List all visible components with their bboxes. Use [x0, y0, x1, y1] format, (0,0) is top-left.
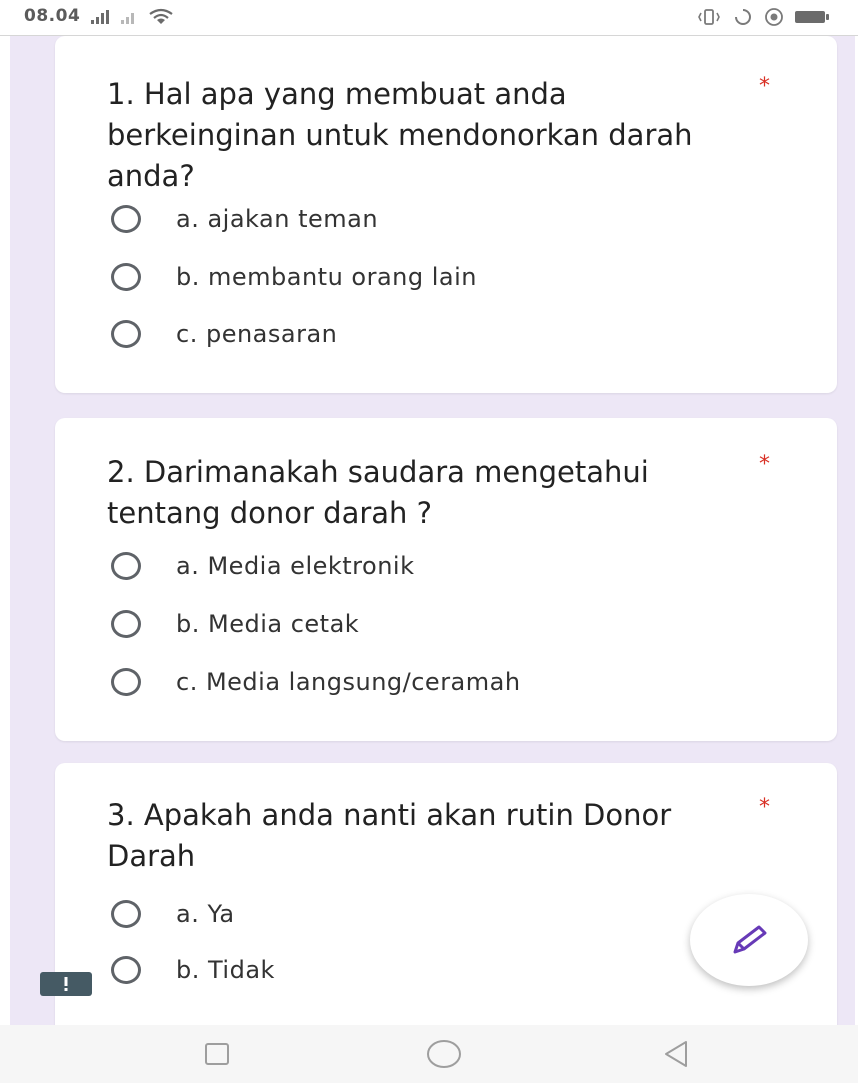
data-saver-icon: [735, 9, 751, 25]
option-label: a. Media elektronik: [176, 552, 415, 580]
radio-button[interactable]: [111, 956, 141, 984]
wifi-icon: [149, 8, 173, 24]
signal-2-icon: [121, 13, 134, 24]
edit-fab-button[interactable]: [690, 894, 808, 986]
question-card-3: 3. Apakah anda nanti akan rutin Donor Da…: [55, 763, 837, 1025]
required-asterisk-2: *: [759, 452, 770, 477]
question-card-1: 1. Hal apa yang membuat anda berkeingina…: [55, 36, 837, 393]
option-3a[interactable]: a. Ya: [111, 900, 235, 928]
radio-button[interactable]: [111, 263, 141, 291]
required-asterisk-3: *: [759, 795, 770, 820]
signal-icon: [91, 10, 109, 24]
option-label: b. Media cetak: [176, 610, 360, 638]
status-left-icons: [90, 4, 174, 30]
option-1b[interactable]: b. membantu orang lain: [111, 263, 477, 291]
form-content[interactable]: 1. Hal apa yang membuat anda berkeingina…: [10, 36, 855, 1025]
option-label: a. ajakan teman: [176, 205, 379, 233]
question-title-1: 1. Hal apa yang membuat anda berkeingina…: [107, 77, 693, 193]
option-label: b. Tidak: [176, 956, 275, 984]
radio-button[interactable]: [111, 668, 141, 696]
option-label: b. membantu orang lain: [176, 263, 478, 291]
battery-icon: [795, 11, 829, 23]
status-bar: 08.04: [0, 0, 858, 36]
back-triangle-icon: [665, 1041, 687, 1067]
option-2c[interactable]: c. Media langsung/ceramah: [111, 668, 521, 696]
required-asterisk-1: *: [759, 74, 770, 99]
pencil-icon: [733, 925, 767, 954]
radio-button[interactable]: [111, 205, 141, 233]
radio-button[interactable]: [111, 610, 141, 638]
feedback-button[interactable]: [40, 972, 92, 996]
question-card-2: 2. Darimanakah saudara mengetahui tentan…: [55, 418, 837, 741]
option-1a[interactable]: a. ajakan teman: [111, 205, 378, 233]
back-button[interactable]: [656, 1037, 696, 1071]
question-title-2: 2. Darimanakah saudara mengetahui tentan…: [107, 455, 649, 530]
recent-apps-button[interactable]: [197, 1037, 237, 1071]
home-button[interactable]: [422, 1037, 466, 1071]
option-2a[interactable]: a. Media elektronik: [111, 552, 414, 580]
option-label: c. Media langsung/ceramah: [176, 668, 521, 696]
status-time: 08.04: [24, 6, 81, 26]
option-1c[interactable]: c. penasaran: [111, 320, 337, 348]
location-icon: [765, 8, 783, 26]
feedback-icon: [64, 977, 68, 991]
radio-button[interactable]: [111, 552, 141, 580]
option-3b[interactable]: b. Tidak: [111, 956, 275, 984]
option-label: c. penasaran: [176, 320, 338, 348]
question-title-3: 3. Apakah anda nanti akan rutin Donor Da…: [107, 798, 672, 873]
option-label: a. Ya: [176, 900, 235, 928]
radio-button[interactable]: [111, 900, 141, 928]
option-2b[interactable]: b. Media cetak: [111, 610, 359, 638]
square-icon: [205, 1043, 229, 1065]
circle-icon: [427, 1040, 461, 1068]
navigation-bar: [0, 1025, 858, 1083]
status-right-icons: [696, 4, 830, 30]
radio-button[interactable]: [111, 320, 141, 348]
vibrate-icon: [698, 9, 720, 25]
